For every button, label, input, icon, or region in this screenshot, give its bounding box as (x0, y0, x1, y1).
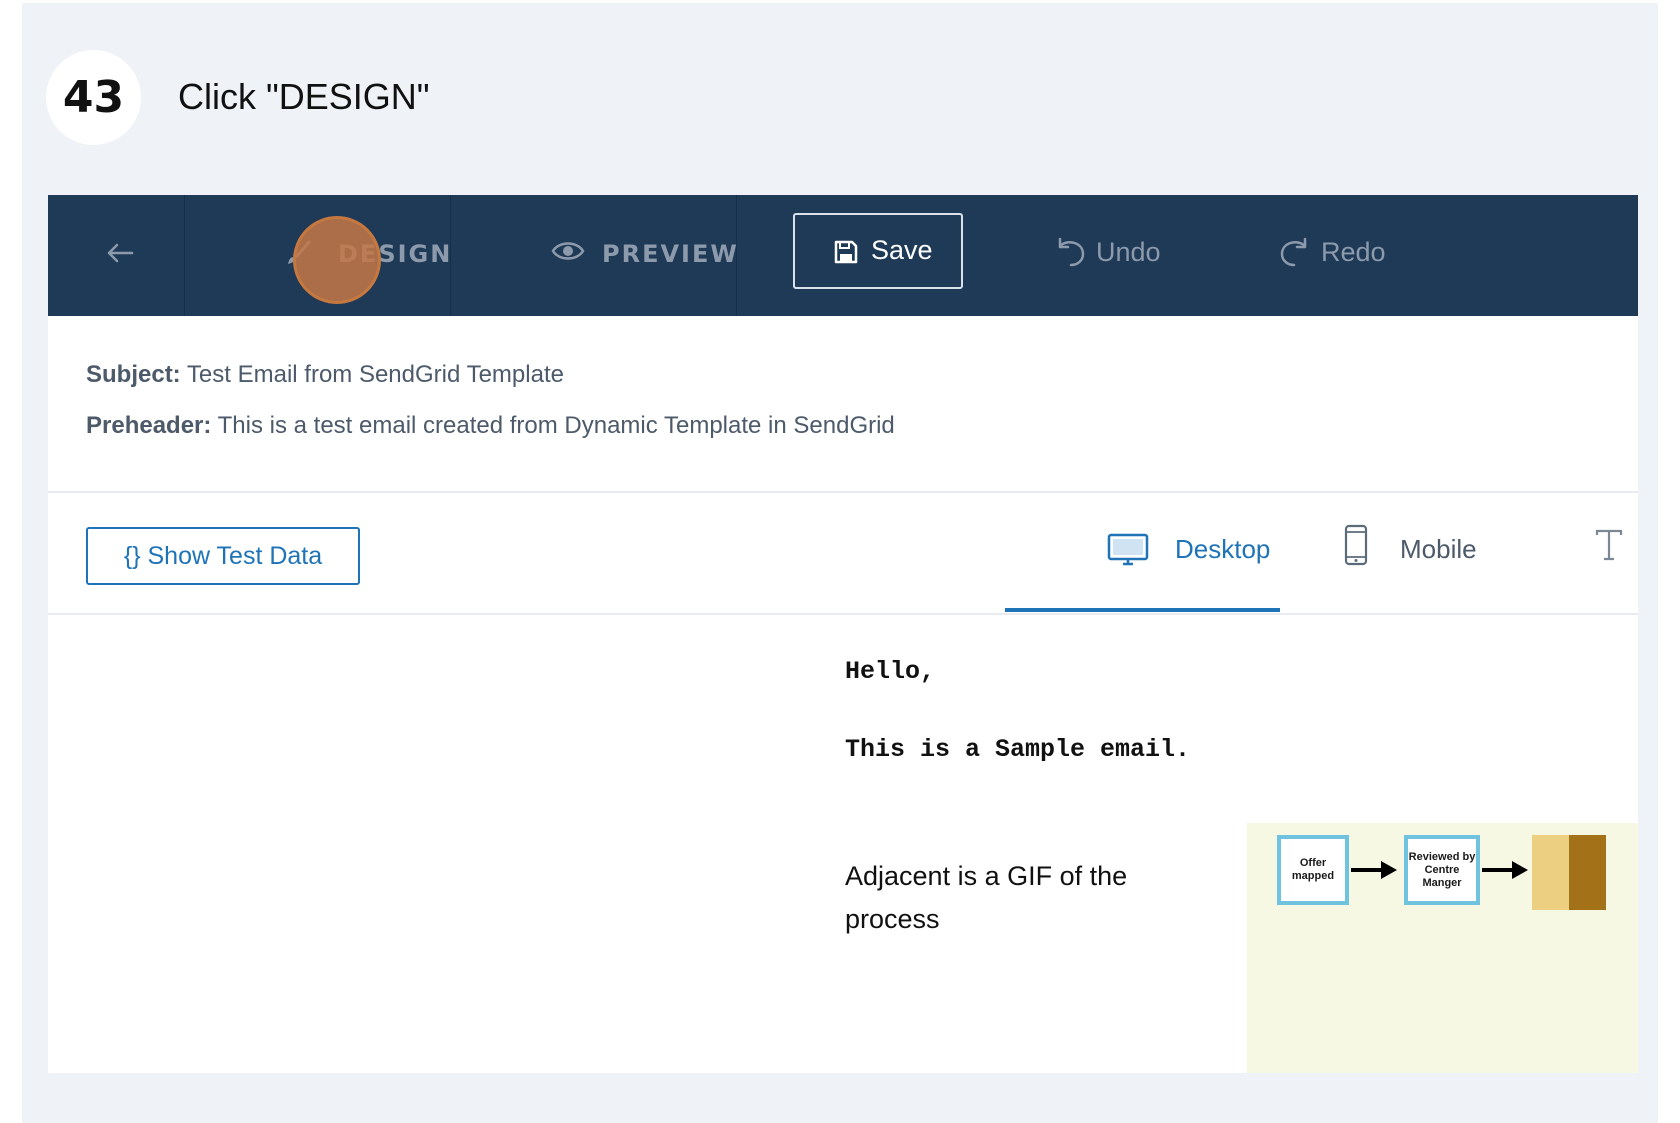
gif-partial-box (1569, 835, 1606, 910)
undo-label: Undo (1096, 237, 1161, 267)
preheader-row[interactable]: Preheader: This is a test email created … (86, 412, 895, 440)
tab-desktop-label: Desktop (1175, 534, 1271, 564)
step-instruction: Click "DESIGN" (178, 76, 430, 117)
subject-row[interactable]: Subject: Test Email from SendGrid Templa… (86, 361, 564, 389)
tab-mobile[interactable]: Mobile (1338, 512, 1498, 612)
show-test-data-button[interactable]: {} Show Test Data (86, 527, 360, 585)
gif-arrow-icon (1482, 861, 1528, 879)
active-tab-indicator (1005, 608, 1280, 612)
app-screenshot: DESIGN PREVIEW Save Undo Redo Subject: T… (48, 195, 1638, 1073)
save-label: Save (871, 235, 933, 265)
email-meta: Subject: Test Email from SendGrid Templa… (48, 316, 1638, 493)
back-arrow-icon (107, 243, 134, 263)
text-view-icon[interactable] (1594, 527, 1624, 567)
redo-button[interactable]: Redo (1278, 223, 1408, 283)
subject-value: Test Email from SendGrid Template (186, 361, 564, 388)
email-line: This is a Sample email. (845, 735, 1191, 764)
undo-icon (1058, 237, 1085, 267)
gif-partial-box (1532, 835, 1569, 910)
toolbar-divider (184, 195, 185, 316)
gif-step-box: Offer mapped (1277, 835, 1349, 905)
subject-key: Subject: (86, 361, 181, 388)
eye-icon (551, 242, 585, 260)
tab-preview[interactable]: PREVIEW (498, 225, 738, 285)
gif-step-box: Reviewed by Centre Manger (1404, 835, 1480, 905)
email-greeting: Hello, (845, 657, 936, 686)
preheader-value: This is a test email created from Dynami… (217, 412, 895, 439)
undo-button[interactable]: Undo (1053, 223, 1183, 283)
mobile-phone-icon (1344, 524, 1368, 566)
tab-desktop[interactable]: Desktop (1005, 512, 1280, 612)
email-gif-caption: Adjacent is a GIF of the process (845, 861, 1128, 934)
desktop-monitor-icon (1107, 533, 1149, 566)
floppy-disk-icon (834, 240, 858, 264)
tab-mobile-label: Mobile (1400, 534, 1477, 564)
back-button[interactable] (100, 233, 140, 273)
tab-preview-label: PREVIEW (602, 240, 739, 268)
view-options-bar: {} Show Test Data Desktop Mobile (48, 492, 1638, 615)
gif-arrow-icon (1351, 861, 1397, 879)
process-gif: Offer mapped Reviewed by Centre Manger (1247, 823, 1638, 1073)
step-number-badge: 43 (46, 50, 141, 145)
click-indicator (293, 216, 381, 304)
save-button[interactable]: Save (793, 213, 963, 289)
editor-toolbar: DESIGN PREVIEW Save Undo Redo (48, 195, 1638, 316)
redo-icon (1280, 237, 1307, 267)
preheader-key: Preheader: (86, 412, 212, 439)
redo-label: Redo (1321, 237, 1386, 267)
email-preview: Hello, This is a Sample email. Adjacent … (48, 615, 1638, 1073)
